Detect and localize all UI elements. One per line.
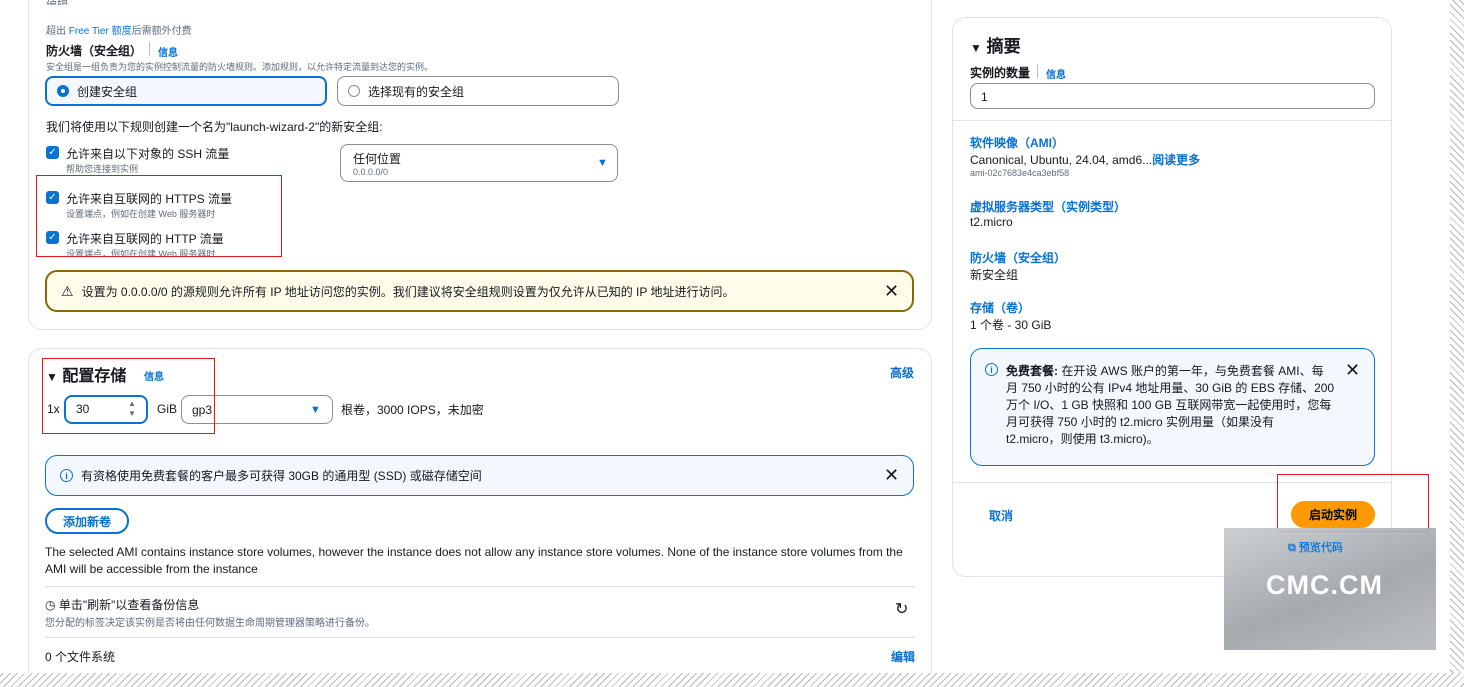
close-warning-icon[interactable]: ✕ (884, 282, 899, 300)
code-icon: ⧉ (1288, 542, 1296, 554)
instance-count-input[interactable]: 1 (970, 83, 1375, 109)
clock-icon: ◷ (45, 598, 56, 612)
refresh-icon[interactable]: ↻ (895, 599, 908, 619)
firewall-value: 新安全组 (970, 268, 1019, 282)
divider (45, 637, 915, 638)
backup-description: 您分配的标签决定该实例是否将由任何数据生命周期管理器策略进行备份。 (45, 618, 375, 629)
free-storage-text: 有资格使用免费套餐的客户最多可获得 30GB 的通用型 (SSD) 或磁存储空间 (81, 469, 482, 483)
edit-filesystems-link[interactable]: 编辑 (891, 648, 915, 665)
free-tier-line: t2.micro，则使用 t3.micro)。 (1006, 432, 1159, 446)
free-tier-line: 月可获得 750 小时的 t2.micro 实例用量（如果没有 (1006, 415, 1275, 429)
cancel-button[interactable]: 取消 (989, 507, 1013, 524)
free-tier-note-prefix: 超出 (46, 26, 66, 37)
root-volume-note: 根卷，3000 IOPS，未加密 (341, 403, 484, 417)
select-existing-group-label: 选择现有的安全组 (368, 84, 465, 99)
ami-id: ami-02c7683e4ca3ebf58 (970, 168, 1070, 178)
firewall-heading[interactable]: 防火墙（安全组） (970, 249, 1066, 266)
free-tier-line: 在开设 AWS 账户的第一年，与免费套餐 AMI、每 (1061, 364, 1324, 378)
cut-off-label: 编辑 (46, 0, 68, 5)
backup-title: 单击"刷新"以查看备份信息 (58, 598, 200, 612)
backup-row: ◷ 单击"刷新"以查看备份信息 (45, 596, 199, 613)
close-free-tier-icon[interactable]: ✕ (1345, 361, 1360, 379)
ssh-rule-label: 允许来自以下对象的 SSH 流量 (66, 147, 230, 161)
ssh-source-select[interactable]: 任何位置 0.0.0.0/0 ▼ (340, 144, 618, 182)
open-ip-warning: ⚠ 设置为 0.0.0.0/0 的源规则允许所有 IP 地址访问您的实例。我们建… (45, 270, 914, 312)
create-security-group-label: 创建安全组 (77, 84, 138, 99)
label-divider (1037, 64, 1038, 78)
advanced-link[interactable]: 高级 (890, 364, 914, 381)
free-tier-text: 免费套餐: 在开设 AWS 账户的第一年，与免费套餐 AMI、每 月 750 小… (1006, 363, 1336, 448)
caret-down-icon: ▼ (970, 41, 982, 55)
highlight-launch-button (1277, 474, 1429, 532)
file-systems-count: 0 个文件系统 (45, 650, 116, 664)
free-tier-bold: 免费套餐: (1006, 364, 1058, 378)
ssh-rule-hint: 帮助您连接到实例 (66, 164, 139, 174)
title-divider (149, 42, 150, 56)
torn-edge-bottom (0, 673, 1464, 687)
select-existing-group-option[interactable]: 选择现有的安全组 (337, 76, 619, 106)
storage-value: 1 个卷 - 30 GiB (970, 318, 1052, 332)
create-security-group-option[interactable]: 创建安全组 (45, 76, 327, 106)
highlight-storage-config (42, 358, 215, 434)
ami-value: Canonical, Ubuntu, 24.04, amd6... (970, 153, 1153, 167)
divider (952, 120, 1392, 121)
free-tier-link[interactable]: Free Tier 额度 (69, 26, 132, 37)
close-info-icon[interactable]: ✕ (884, 466, 899, 484)
firewall-info-link[interactable]: 信息 (158, 44, 178, 59)
firewall-title: 防火墙（安全组） (46, 44, 143, 58)
free-tier-line: 月 750 小时的公有 IPv4 地址用量、30 GiB 的 EBS 存储、20… (1006, 381, 1335, 395)
ami-instance-store-note: The selected AMI contains instance store… (45, 545, 903, 576)
free-tier-note-suffix: 后需额外付费 (131, 26, 192, 37)
instance-count-label: 实例的数量 (970, 66, 1031, 80)
summary-header[interactable]: ▼ 摘要 (970, 32, 1021, 57)
firewall-description: 安全组是一组负责为您的实例控制流量的防火墙规则。添加规则，以允许特定流量到达您的… (46, 62, 434, 72)
instance-count-value: 1 (981, 90, 988, 104)
warning-icon: ⚠ (61, 282, 74, 299)
radio-unselected-icon (348, 85, 360, 97)
ami-row: Canonical, Ubuntu, 24.04, amd6...阅读更多 (970, 151, 1200, 168)
free-tier-info: i 免费套餐: 在开设 AWS 账户的第一年，与免费套餐 AMI、每 月 750… (970, 348, 1375, 466)
instance-type-value: t2.micro (970, 215, 1013, 229)
ssh-source-value: 任何位置 (353, 152, 402, 166)
chevron-down-icon: ▼ (597, 157, 608, 169)
add-volume-button[interactable]: 添加新卷 (45, 508, 129, 534)
free-storage-info: i 有资格使用免费套餐的客户最多可获得 30GB 的通用型 (SSD) 或磁存储… (45, 455, 914, 496)
instance-type-heading[interactable]: 虚拟服务器类型（实例类型） (970, 198, 1126, 215)
ami-heading[interactable]: 软件映像（AMI） (970, 134, 1064, 151)
ssh-source-cidr: 0.0.0.0/0 (353, 167, 389, 177)
free-tier-line: 万个 I/O、1 GB 快照和 100 GB 互联网带宽一起使用时，您每 (1006, 398, 1332, 412)
radio-selected-icon (57, 85, 69, 97)
free-tier-note: 超出 Free Tier 额度后需额外付费 (46, 22, 192, 37)
divider (45, 586, 915, 587)
highlight-http-rules (36, 175, 282, 257)
info-circle-icon: i (60, 469, 73, 482)
summary-title: 摘要 (986, 37, 1021, 56)
rules-intro: 我们将使用以下规则创建一个名为"launch-wizard-2"的新安全组: (46, 120, 383, 134)
preview-code-link[interactable]: ⧉ 预览代码 (1288, 539, 1343, 555)
info-circle-icon: i (985, 363, 998, 376)
warning-text: 设置为 0.0.0.0/0 的源规则允许所有 IP 地址访问您的实例。我们建议将… (81, 284, 735, 299)
storage-heading[interactable]: 存储（卷） (970, 299, 1030, 316)
ssh-checkbox[interactable]: ✓ (46, 146, 59, 159)
launch-instance-page: 编辑 超出 Free Tier 额度后需额外付费 防火墙（安全组） 信息 安全组… (0, 0, 1450, 673)
preview-code-label: 预览代码 (1298, 542, 1343, 554)
chevron-down-icon: ▼ (310, 404, 321, 416)
watermark-text: CMC.CM (1266, 570, 1383, 600)
count-info-link[interactable]: 信息 (1046, 66, 1066, 81)
ami-read-more-link[interactable]: 阅读更多 (1152, 153, 1200, 167)
torn-edge-right (1450, 0, 1464, 687)
watermark-image: ⧉ 预览代码 CMC.CM (1224, 528, 1436, 650)
